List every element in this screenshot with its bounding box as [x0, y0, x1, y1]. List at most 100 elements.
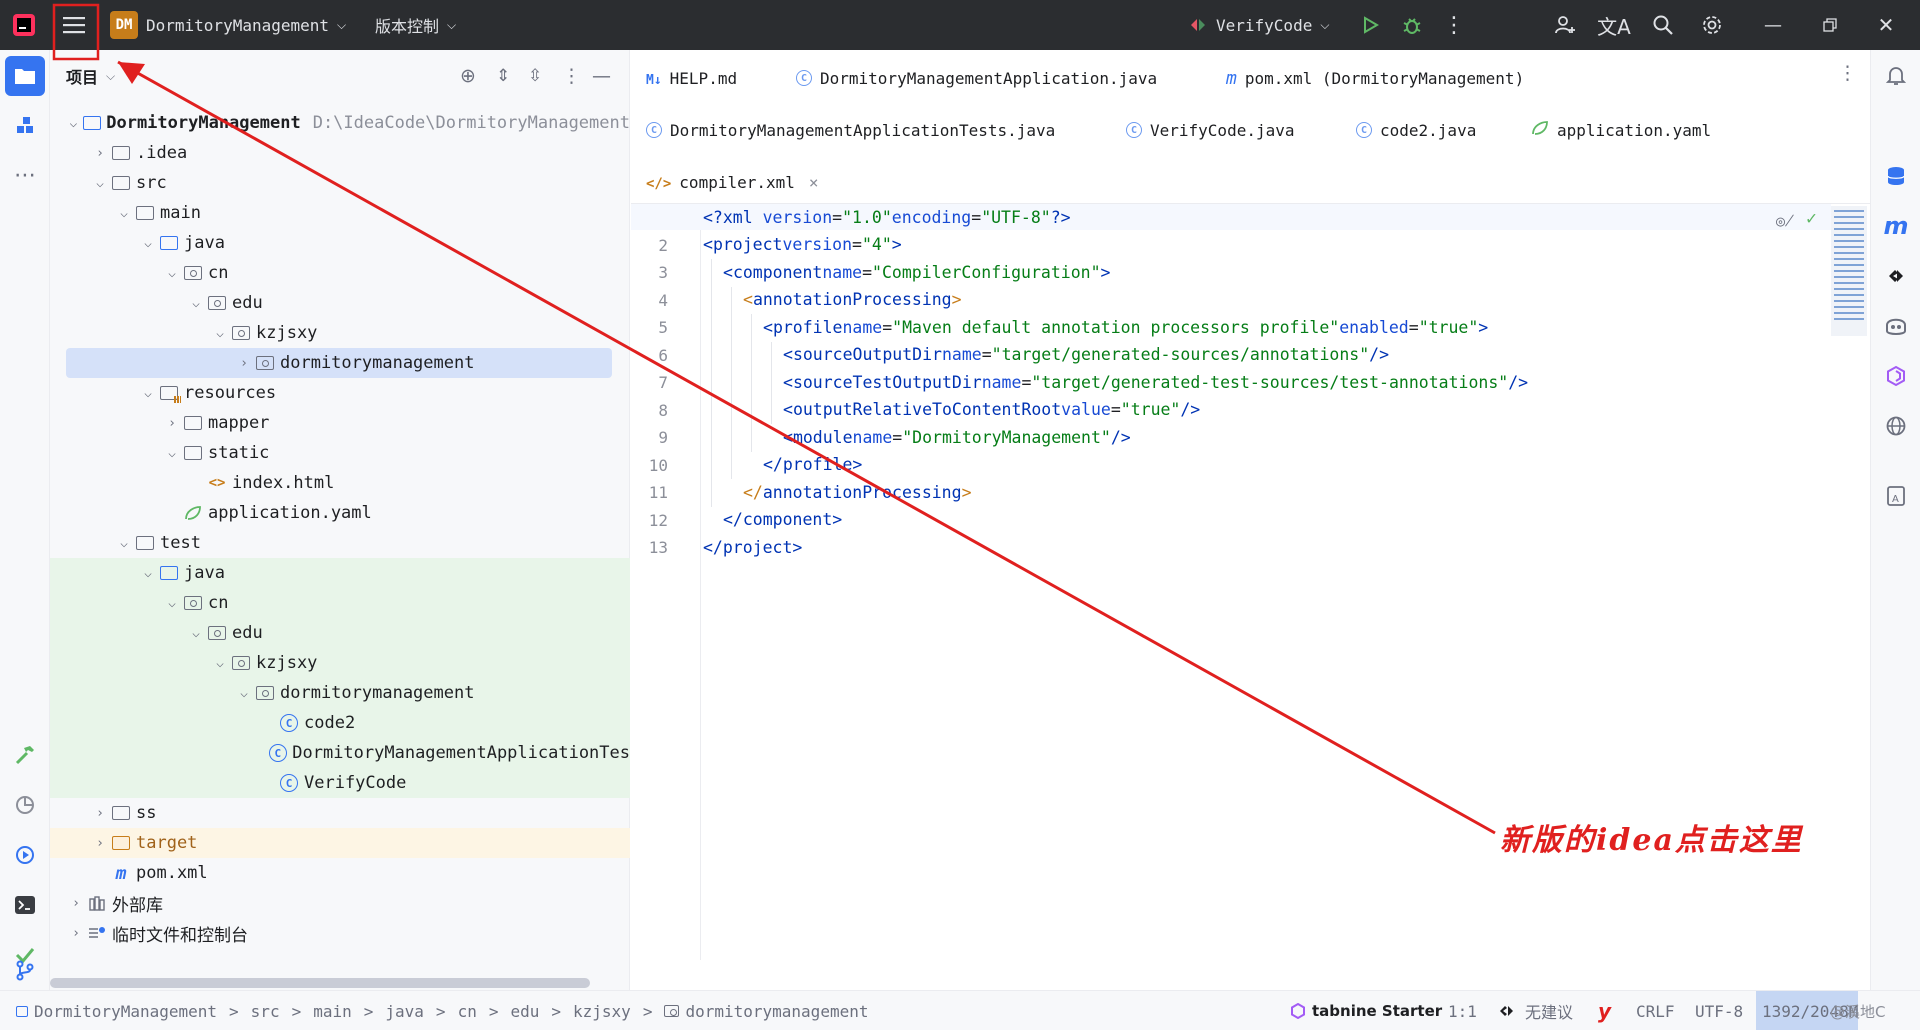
code-line[interactable]: < sourceOutputDir name = "target/generated-…	[703, 342, 1389, 368]
breadcrumb-item[interactable]: cn	[458, 1002, 477, 1021]
horizontal-scrollbar[interactable]	[50, 978, 590, 988]
tree-item[interactable]: › ss	[50, 798, 630, 828]
tree-item[interactable]: ⌵ kzjsxy	[50, 318, 630, 348]
editor-tab[interactable]: application.yaml	[1531, 106, 1711, 154]
tree-item[interactable]: ⌵ java	[50, 558, 630, 588]
vcs-menu[interactable]: 版本控制 ⌵	[375, 0, 456, 50]
chevron-down-icon[interactable]: ⌵	[162, 446, 182, 461]
code-line[interactable]: < component name = "CompilerConfiguration" >	[703, 259, 1110, 285]
chevron-down-icon[interactable]: ⌵	[234, 686, 254, 701]
close-window-button[interactable]: ✕	[1866, 5, 1906, 45]
more-vertical-icon[interactable]: ⋮	[562, 65, 581, 87]
tree-item[interactable]: ⌵ edu	[50, 618, 630, 648]
chevron-right-icon[interactable]: ›	[90, 146, 110, 161]
code-editor[interactable]: 12345678910111213 <?xml version="1.0" en…	[631, 204, 1870, 990]
tree-item[interactable]: ⌵ java	[50, 228, 630, 258]
editor-tab[interactable]: C DormitoryManagementApplicationTests.jav…	[646, 106, 1055, 154]
tabs-more-icon[interactable]: ⋮	[1838, 62, 1857, 84]
editor-tab[interactable]: </> compiler.xml ×	[640, 158, 829, 210]
tree-item[interactable]: › dormitorymanagement	[66, 348, 612, 378]
tree-item[interactable]: ⌵ resources	[50, 378, 630, 408]
tree-item[interactable]: ⌵ main	[50, 198, 630, 228]
chevron-down-icon[interactable]: ⌵	[186, 626, 206, 641]
breadcrumb-item[interactable]: DormitoryManagement	[34, 1002, 217, 1021]
chevron-down-icon[interactable]: ⌵	[162, 596, 182, 611]
expand-all-icon[interactable]: ⇕	[496, 66, 510, 86]
project-switcher[interactable]: DM DormitoryManagement ⌵	[110, 0, 346, 50]
tree-item[interactable]: ⌵ DormitoryManagement D:\IdeaCode\Dormitor…	[50, 108, 630, 138]
inspection-ok-icon[interactable]: ✓	[1806, 208, 1817, 229]
tree-item[interactable]: C VerifyCode	[50, 768, 630, 798]
project-panel-title[interactable]: 项目	[66, 64, 98, 88]
editor-tab[interactable]: C DormitoryManagementApplication.java	[796, 54, 1157, 102]
terminal-tool-button[interactable]	[5, 885, 45, 925]
tree-item[interactable]: ⌵ cn	[50, 588, 630, 618]
chevron-down-icon[interactable]: ⌵	[210, 656, 230, 671]
breadcrumb-item[interactable]: kzjsxy	[573, 1002, 631, 1021]
chevron-down-icon[interactable]: ⌵	[210, 326, 230, 341]
chevron-down-icon[interactable]: ⌵	[138, 566, 158, 581]
editor-tab[interactable]: C VerifyCode.java	[1126, 106, 1295, 154]
run-button[interactable]	[1350, 5, 1390, 45]
code-line[interactable]: < profile name = "Maven default annotation …	[703, 314, 1488, 340]
breadcrumb-item[interactable]: main	[313, 1002, 352, 1021]
chevron-right-icon[interactable]: ›	[234, 356, 254, 371]
tree-item[interactable]: ⌵ static	[50, 438, 630, 468]
tree-item[interactable]: › 外部库	[50, 888, 630, 918]
chevron-down-icon[interactable]: ⌵	[186, 296, 206, 311]
chevron-right-icon[interactable]: ›	[66, 896, 86, 911]
tree-item[interactable]: ⌵ edu	[50, 288, 630, 318]
more-tools-button[interactable]: ⋯	[5, 155, 45, 195]
maven-button[interactable]: m	[1876, 206, 1916, 246]
code-line[interactable]: < annotationProcessing >	[703, 287, 962, 313]
ai-assistant-button[interactable]	[1876, 356, 1916, 396]
chevron-down-icon[interactable]: ⌵	[114, 536, 134, 551]
code-line[interactable]: < sourceTestOutputDir name = "target/genera…	[703, 369, 1528, 395]
code-line[interactable]: </project >	[703, 534, 802, 560]
chevron-down-icon[interactable]: ⌵	[64, 116, 82, 131]
line-separator[interactable]: CRLF	[1636, 991, 1675, 1030]
breadcrumb-item[interactable]: dormitorymanagement	[685, 1002, 868, 1021]
youdao-icon[interactable]: y	[1598, 991, 1611, 1030]
tree-item[interactable]: application.yaml	[50, 498, 630, 528]
tree-item[interactable]: Ccode2	[50, 708, 630, 738]
minimize-button[interactable]: —	[1753, 5, 1793, 45]
locate-icon[interactable]: ⊕	[460, 65, 476, 87]
chevron-down-icon[interactable]: ⌵	[114, 206, 134, 221]
tree-item[interactable]: ⌵ src	[50, 168, 630, 198]
chevron-down-icon[interactable]: ⌵	[90, 176, 110, 191]
breadcrumb-item[interactable]: java	[385, 1002, 424, 1021]
database-button[interactable]	[1876, 156, 1916, 196]
editor-tab[interactable]: m pom.xml (DormitoryManagement)	[1226, 54, 1524, 102]
chevron-right-icon[interactable]: ›	[90, 836, 110, 851]
text-tool-button[interactable]: A	[1876, 476, 1916, 516]
chevron-down-icon[interactable]: ⌵	[138, 386, 158, 401]
tabnine-status[interactable]: tabnine Starter	[1290, 991, 1442, 1030]
git-tool-button[interactable]	[5, 950, 45, 990]
code-line[interactable]: < project version = "4" >	[703, 232, 902, 258]
build-tool-button[interactable]	[5, 735, 45, 775]
debug-button[interactable]	[1392, 5, 1432, 45]
tree-item[interactable]: <> index.html	[50, 468, 630, 498]
settings-button[interactable]	[1692, 5, 1732, 45]
tabnine-button[interactable]	[1876, 256, 1916, 296]
chevron-down-icon[interactable]: ⌵	[162, 266, 182, 281]
tree-item[interactable]: › mapper	[50, 408, 630, 438]
run-config-selector[interactable]: VerifyCode ⌵	[1188, 0, 1329, 50]
suggestion-status[interactable]: 无建议	[1497, 991, 1573, 1030]
translate-button[interactable]: 文A	[1594, 5, 1634, 45]
tree-item[interactable]: › target	[50, 828, 630, 858]
web-button[interactable]	[1876, 406, 1916, 446]
search-button[interactable]	[1643, 5, 1683, 45]
code-line[interactable]: </annotationProcessing >	[703, 479, 972, 505]
code-line[interactable]: < module name = "DormitoryManagement" />	[703, 424, 1131, 450]
structure-tool-button[interactable]	[5, 105, 45, 145]
tree-item[interactable]: ⌵ cn	[50, 258, 630, 288]
chevron-right-icon[interactable]: ›	[90, 806, 110, 821]
chevron-right-icon[interactable]: ›	[162, 416, 182, 431]
tree-item[interactable]: m pom.xml	[50, 858, 630, 888]
services-tool-button[interactable]	[5, 835, 45, 875]
collapse-all-icon[interactable]: ⇳	[528, 66, 542, 86]
reader-mode-icon[interactable]: ◎̸	[1776, 212, 1794, 230]
tree-item[interactable]: ⌵ dormitorymanagement	[50, 678, 630, 708]
